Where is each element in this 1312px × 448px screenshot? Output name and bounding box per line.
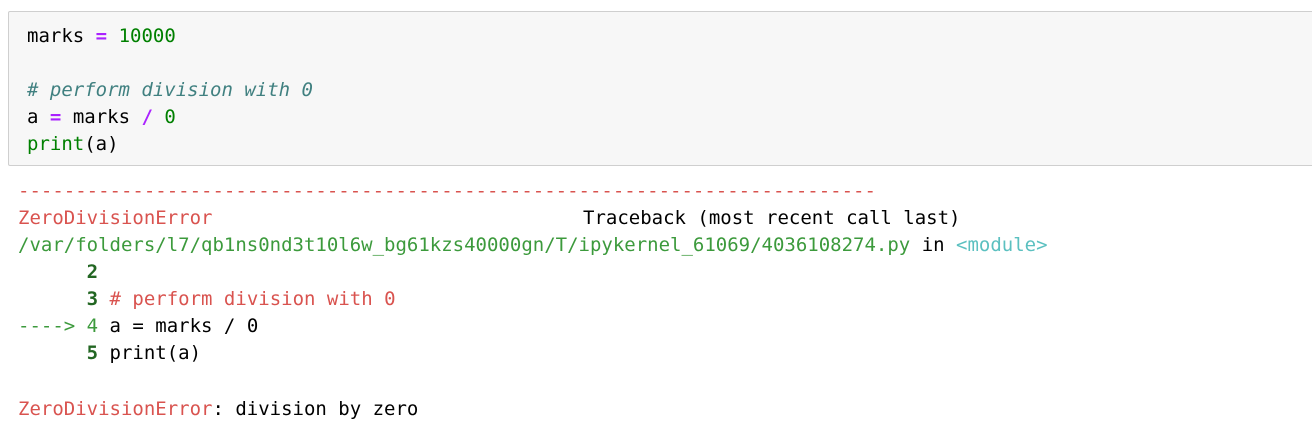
code-line-1: marks = 10000: [27, 23, 176, 50]
code-input-cell[interactable]: marks = 10000 # perform division with 0 …: [8, 11, 1312, 166]
traceback-code: a = marks / 0: [109, 315, 259, 337]
print-builtin: print: [27, 133, 85, 155]
traceback-line: 2: [18, 259, 98, 286]
code-comment: # perform division with 0: [27, 79, 313, 101]
line-prefix: [18, 342, 87, 364]
divide-op: /: [141, 106, 153, 128]
var-a: a: [27, 106, 39, 128]
number-literal: 10000: [118, 25, 176, 47]
traceback-line-current: ----> 4 a = marks / 0: [18, 313, 258, 340]
module-name: <module>: [956, 234, 1048, 256]
line-number: 5: [86, 342, 99, 364]
traceback-location: /var/folders/l7/qb1ns0nd3t10l6w_bg61kzs4…: [18, 232, 1048, 259]
assign-op: =: [49, 106, 62, 128]
traceback-header: Traceback (most recent call last): [583, 207, 961, 229]
line-number: 2: [86, 261, 99, 283]
traceback-line: 3 # perform division with 0: [18, 286, 396, 313]
line-prefix: [18, 261, 87, 283]
traceback-separator: ----------------------------------------…: [18, 180, 876, 202]
line-number: 4: [86, 315, 99, 337]
var-marks: marks: [27, 25, 85, 47]
traceback-line: 5 print(a): [18, 340, 201, 367]
var-marks-ref: marks: [72, 106, 131, 128]
code-line-5: print(a): [27, 131, 119, 158]
final-error-message: : division by zero: [212, 398, 419, 420]
line-prefix: [18, 288, 87, 310]
line-number: 3: [86, 288, 99, 310]
file-path: /var/folders/l7/qb1ns0nd3t10l6w_bg61kzs4…: [18, 234, 911, 256]
code-line-4: a = marks / 0: [27, 104, 176, 131]
code-line-3: # perform division with 0: [27, 77, 313, 104]
final-error-line: ZeroDivisionError: division by zero: [18, 396, 418, 423]
traceback-comment: # perform division with 0: [109, 288, 396, 310]
zero-literal: 0: [164, 106, 176, 128]
traceback-code: print(a): [109, 342, 202, 364]
final-error-name: ZeroDivisionError: [18, 398, 213, 420]
traceback-header-line: ZeroDivisionError Traceback (most recent …: [18, 205, 961, 232]
error-name: ZeroDivisionError: [18, 207, 213, 229]
assign-op: =: [95, 25, 108, 47]
print-args: (a): [84, 133, 119, 155]
current-line-arrow: ---->: [18, 315, 87, 337]
in-keyword: in: [921, 234, 945, 256]
